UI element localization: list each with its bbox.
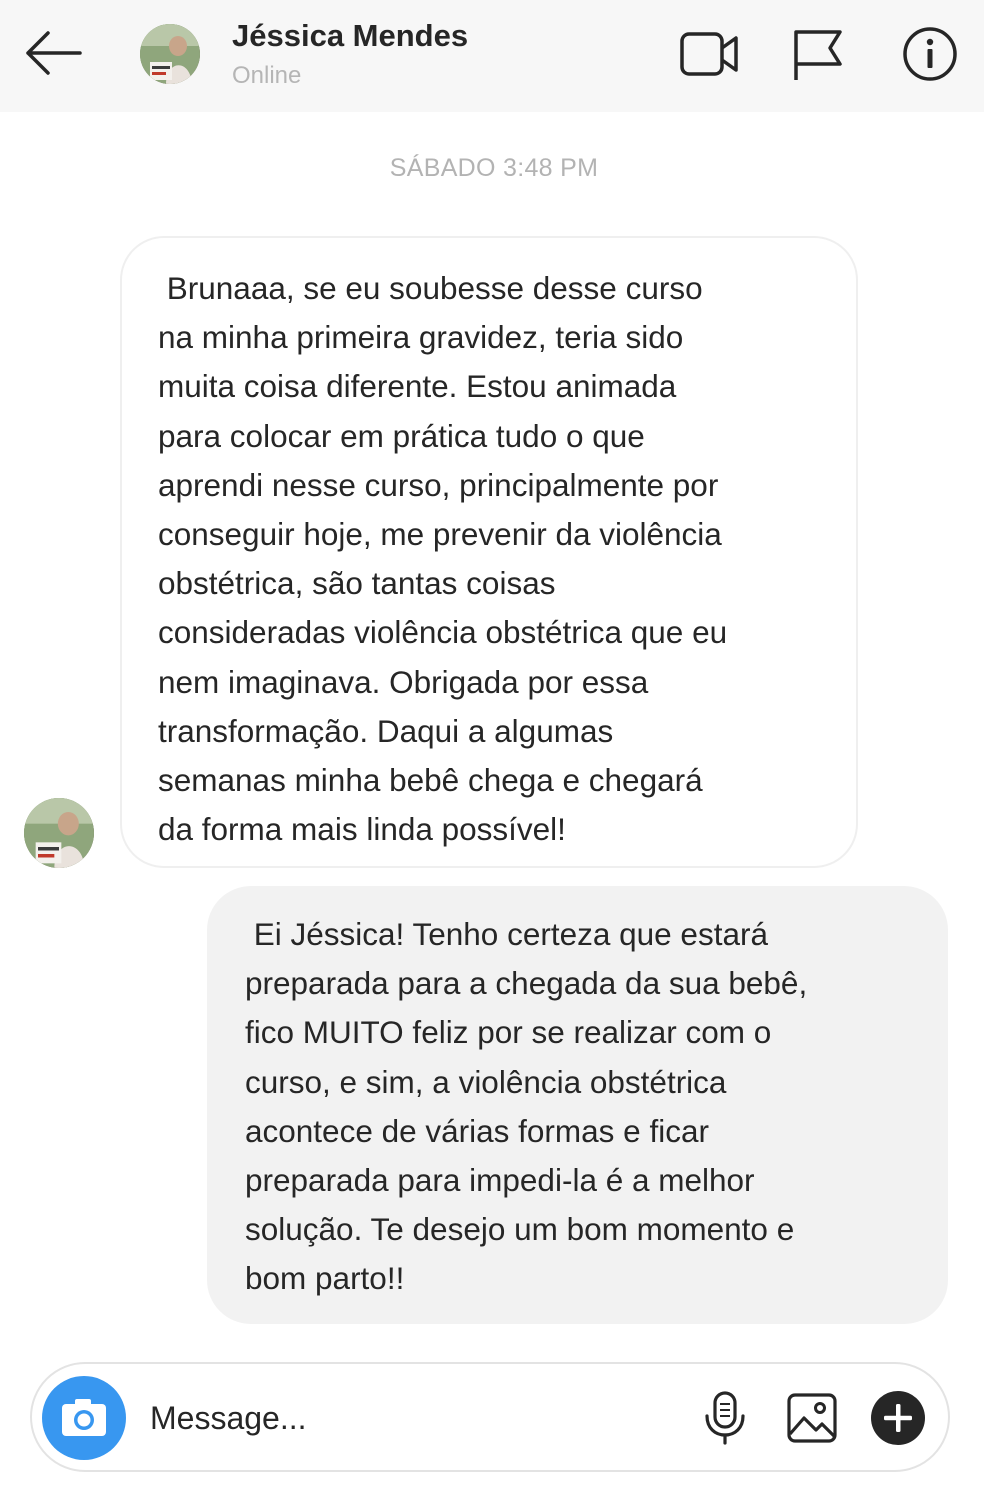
sent-message-bubble[interactable]: Ei Jéssica! Tenho certeza que estará pre… xyxy=(207,886,948,1324)
video-camera-icon[interactable] xyxy=(678,26,740,82)
message-composer xyxy=(30,1362,950,1472)
sender-avatar[interactable] xyxy=(24,798,94,868)
microphone-icon[interactable] xyxy=(702,1390,748,1446)
chat-header: Jéssica Mendes Online xyxy=(0,0,984,112)
image-icon[interactable] xyxy=(786,1392,838,1444)
camera-icon[interactable] xyxy=(42,1376,126,1460)
contact-status: Online xyxy=(232,62,302,89)
flag-icon[interactable] xyxy=(790,26,852,82)
contact-avatar[interactable] xyxy=(140,24,200,84)
plus-icon[interactable] xyxy=(870,1390,926,1446)
back-arrow-icon[interactable] xyxy=(20,28,86,78)
received-message-bubble[interactable]: Brunaaa, se eu soubesse desse curso na m… xyxy=(120,236,858,868)
message-timestamp: SÁBADO 3:48 PM xyxy=(389,154,599,182)
info-icon[interactable] xyxy=(900,26,962,82)
contact-name[interactable]: Jéssica Mendes xyxy=(232,18,468,54)
message-input[interactable] xyxy=(150,1394,670,1442)
